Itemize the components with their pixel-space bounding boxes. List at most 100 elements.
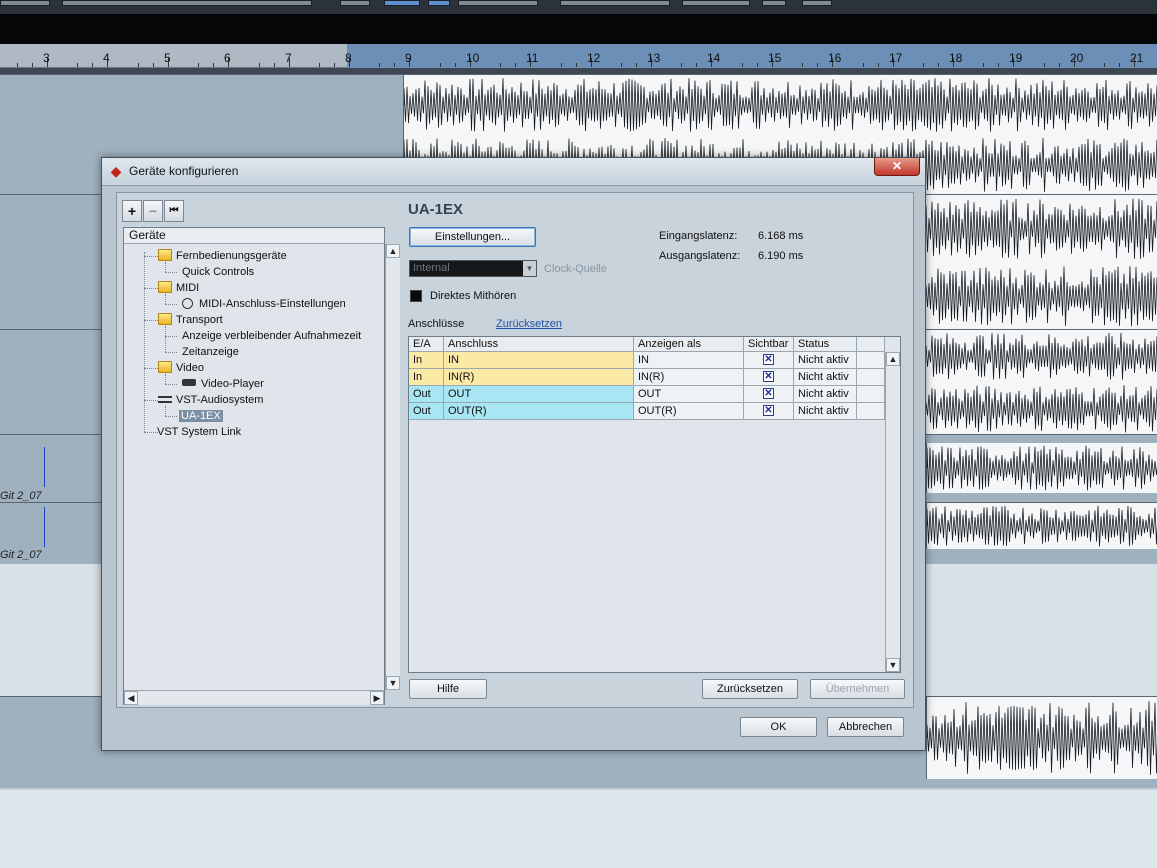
direct-monitoring-checkbox[interactable] xyxy=(410,290,422,302)
column-header-status[interactable]: Status xyxy=(794,337,857,352)
show-as-cell[interactable]: IN xyxy=(634,352,744,369)
ruler-bar-number: 3 xyxy=(43,51,50,65)
ruler-subtick xyxy=(863,63,864,67)
port-cell: OUT xyxy=(444,386,634,403)
add-device-button[interactable]: + xyxy=(122,200,142,222)
reset-device-button[interactable]: ⏮ xyxy=(164,200,184,222)
folder-icon xyxy=(158,313,172,325)
visible-cell: ✕ xyxy=(744,386,794,403)
toolbar-control[interactable] xyxy=(384,0,420,6)
tree-item-midi[interactable]: MIDI xyxy=(158,281,199,295)
ruler-subtick xyxy=(1119,63,1120,67)
input-latency-label: Eingangslatenz: xyxy=(659,230,738,242)
ruler-bar-number: 6 xyxy=(224,51,231,65)
tree-item-remote-devices[interactable]: Fernbedienungsgeräte xyxy=(158,249,287,263)
scroll-down-icon[interactable]: ▼ xyxy=(386,676,400,690)
toolbar-control[interactable] xyxy=(340,0,370,6)
settings-button[interactable]: Einstellungen... xyxy=(409,227,536,247)
scroll-down-icon[interactable]: ▼ xyxy=(886,658,900,672)
tree-item-time-display[interactable]: Zeitanzeige xyxy=(182,345,239,359)
tree-item-record-time-max[interactable]: Anzeige verbleibender Aufnahmezeit xyxy=(182,329,361,343)
toolbar-control[interactable] xyxy=(802,0,832,6)
tree-item-midi-port-setup[interactable]: MIDI-Anschluss-Einstellungen xyxy=(182,297,346,311)
tree-connector xyxy=(165,294,166,304)
scroll-left-icon[interactable]: ◀ xyxy=(124,691,138,705)
tree-connector xyxy=(144,288,158,289)
tree-item-vst-audio-system[interactable]: VST-Audiosystem xyxy=(158,393,263,407)
ports-label: Anschlüsse xyxy=(408,318,465,330)
video-icon xyxy=(182,379,196,386)
ruler-subtick xyxy=(802,63,803,67)
show-as-cell[interactable]: IN(R) xyxy=(634,369,744,386)
toolbar-control[interactable] xyxy=(682,0,750,6)
column-header-visible[interactable]: Sichtbar xyxy=(744,337,794,352)
ruler-bar-number: 5 xyxy=(164,51,171,65)
toolbar-control[interactable] xyxy=(0,0,50,6)
ruler-bar-number: 14 xyxy=(707,51,721,65)
tree-item-transport[interactable]: Transport xyxy=(158,313,223,327)
column-header-port[interactable]: Anschluss xyxy=(444,337,634,352)
visible-checkbox[interactable]: ✕ xyxy=(763,388,774,399)
ruler-bar-number: 4 xyxy=(103,51,110,65)
help-button[interactable]: Hilfe xyxy=(409,679,487,699)
table-vertical-scrollbar[interactable]: ▲ ▼ xyxy=(885,352,900,672)
remove-device-button[interactable]: − xyxy=(143,200,163,222)
audio-event[interactable] xyxy=(926,503,1157,549)
status-cell: Nicht aktiv xyxy=(794,386,857,403)
toolbar-control[interactable] xyxy=(560,0,670,6)
tree-item-video-player[interactable]: Video-Player xyxy=(182,377,264,391)
audio-event[interactable] xyxy=(926,443,1157,493)
tree-item-quick-controls[interactable]: Quick Controls xyxy=(182,265,254,279)
toolbar-control[interactable] xyxy=(458,0,538,6)
waveform xyxy=(927,445,1157,491)
ruler-bar-number: 16 xyxy=(828,51,842,65)
show-as-cell[interactable]: OUT(R) xyxy=(634,403,744,420)
port-cell: IN(R) xyxy=(444,369,634,386)
cancel-button[interactable]: Abbrechen xyxy=(827,717,904,737)
visible-checkbox[interactable]: ✕ xyxy=(763,371,774,382)
ruler-subtick xyxy=(32,63,33,67)
tree-connector xyxy=(165,326,166,352)
column-header-spacer xyxy=(857,337,885,352)
midi-port-icon xyxy=(182,298,193,309)
output-latency-value: 6.190 ms xyxy=(758,250,804,262)
device-tree: Geräte Fernbedienungsgeräte Quick Contro… xyxy=(123,227,400,705)
toolbar-control[interactable] xyxy=(428,0,450,6)
scroll-right-icon[interactable]: ▶ xyxy=(370,691,384,705)
empty-track-area xyxy=(0,790,1157,868)
scroll-up-icon[interactable]: ▲ xyxy=(886,352,900,366)
ruler-subtick xyxy=(1059,63,1060,67)
clock-source-select[interactable]: Internal ▼ xyxy=(409,260,537,277)
show-as-cell[interactable]: OUT xyxy=(634,386,744,403)
toolbar-control[interactable] xyxy=(762,0,786,6)
tree-connector xyxy=(165,384,177,385)
close-button[interactable]: ✕ xyxy=(874,158,920,176)
spacer-cell xyxy=(857,403,885,420)
tree-item-vst-system-link[interactable]: VST System Link xyxy=(157,425,241,439)
ruler-subtick xyxy=(17,63,18,67)
tree-connector xyxy=(165,406,166,416)
ports-table: E/A Anschluss Anzeigen als Sichtbar Stat… xyxy=(408,336,901,673)
audio-event[interactable] xyxy=(926,697,1157,779)
column-header-show-as[interactable]: Anzeigen als xyxy=(634,337,744,352)
apply-button[interactable]: Übernehmen xyxy=(810,679,905,699)
tree-vertical-scrollbar[interactable]: ▲ ▼ xyxy=(385,244,400,690)
timeline-ruler[interactable]: 3 4 5 6 7 8 9 10 11 12 13 14 15 16 17 18 19 20 21 xyxy=(0,44,1157,68)
ok-button[interactable]: OK xyxy=(740,717,817,737)
tree-item-video[interactable]: Video xyxy=(158,361,204,375)
spacer-cell xyxy=(857,369,885,386)
visible-checkbox[interactable]: ✕ xyxy=(763,354,774,365)
reset-link[interactable]: Zurücksetzen xyxy=(496,318,562,330)
visible-checkbox[interactable]: ✕ xyxy=(763,405,774,416)
reset-button[interactable]: Zurücksetzen xyxy=(702,679,798,699)
selected-device-label: UA-1EX xyxy=(179,410,223,422)
ruler-subtick xyxy=(379,63,380,67)
toolbar-control[interactable] xyxy=(62,0,312,6)
tree-item-ua-1ex[interactable]: UA-1EX xyxy=(179,409,223,423)
tree-horizontal-scrollbar[interactable]: ◀ ▶ xyxy=(124,690,384,705)
chevron-down-icon: ▼ xyxy=(523,261,536,276)
dialog-titlebar[interactable]: ◆ Geräte konfigurieren ✕ xyxy=(102,158,925,186)
ruler-subtick xyxy=(515,63,516,67)
column-header-io[interactable]: E/A xyxy=(409,337,444,352)
scroll-up-icon[interactable]: ▲ xyxy=(386,244,400,258)
